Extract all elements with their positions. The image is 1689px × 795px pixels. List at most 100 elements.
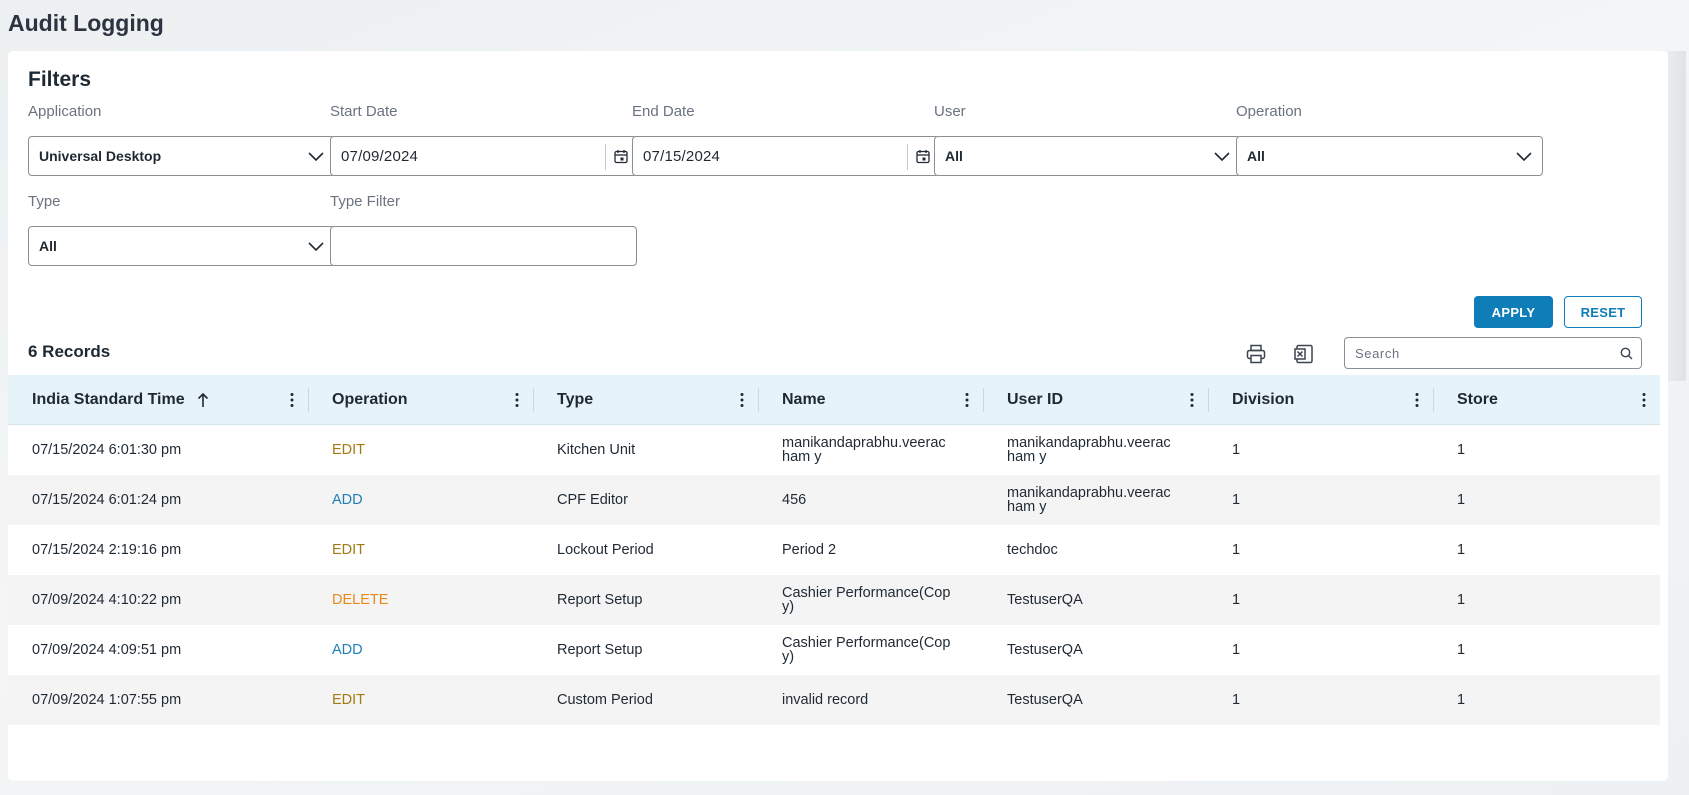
column-header-name[interactable]: Name: [758, 375, 983, 425]
cell-operation: EDIT: [332, 442, 366, 458]
cell-time: 07/09/2024 4:10:22 pm: [32, 592, 182, 608]
column-menu-icon[interactable]: [740, 392, 744, 408]
type-select[interactable]: All: [28, 226, 335, 266]
cell-division: 1: [1232, 542, 1241, 558]
table-row[interactable]: 07/09/2024 4:10:22 pm DELETE Report Setu…: [8, 575, 1660, 625]
user-label: User: [934, 103, 966, 120]
column-header-label: Type: [557, 391, 594, 408]
cell-division: 1: [1232, 692, 1241, 708]
column-header-label: India Standard Time: [32, 391, 185, 408]
cell-store: 1: [1457, 692, 1466, 708]
user-value: All: [945, 148, 963, 164]
cell-name: Period 2: [782, 542, 837, 558]
end-date-input[interactable]: 07/15/2024: [632, 136, 939, 176]
column-menu-icon[interactable]: [1415, 392, 1419, 408]
type-filter-field: Type Filter: [330, 192, 637, 266]
cell-type: CPF Editor: [557, 492, 628, 508]
cell-type: Custom Period: [557, 692, 653, 708]
divider: [605, 144, 606, 170]
records-count: 6 Records: [28, 342, 111, 361]
column-header-operation[interactable]: Operation: [308, 375, 533, 425]
cell-time: 07/09/2024 1:07:55 pm: [32, 692, 182, 708]
cell-division: 1: [1232, 592, 1241, 608]
search-icon[interactable]: [1620, 347, 1633, 360]
cell-store: 1: [1457, 592, 1466, 608]
column-header-label: User ID: [1007, 391, 1064, 408]
printer-icon[interactable]: [1245, 343, 1267, 365]
column-header-type[interactable]: Type: [533, 375, 758, 425]
search-box: [1344, 337, 1642, 369]
cell-division: 1: [1232, 642, 1241, 658]
user-select[interactable]: All: [934, 136, 1241, 176]
cell-operation: ADD: [332, 642, 363, 658]
cell-operation: ADD: [332, 492, 363, 508]
chevron-down-icon: [308, 242, 324, 252]
column-menu-icon[interactable]: [1190, 392, 1194, 408]
cell-user-id: TestuserQA: [1007, 592, 1083, 608]
user-field: User All: [934, 102, 1241, 176]
audit-grid: India Standard Time Operation Type Name …: [8, 375, 1660, 725]
apply-button[interactable]: APPLY: [1474, 296, 1553, 328]
application-field: Application Universal Desktop: [28, 102, 335, 176]
column-header-store[interactable]: Store: [1433, 375, 1660, 425]
excel-export-icon[interactable]: [1293, 343, 1315, 365]
cell-store: 1: [1457, 442, 1466, 458]
column-menu-icon[interactable]: [965, 392, 969, 408]
cell-operation: EDIT: [332, 542, 366, 558]
column-header-user-id[interactable]: User ID: [983, 375, 1208, 425]
cell-user-id: manikandaprabhu.veeracham y: [1007, 435, 1171, 465]
type-value: All: [39, 238, 57, 254]
cell-type: Lockout Period: [557, 542, 654, 558]
chevron-down-icon: [308, 152, 324, 162]
start-date-input[interactable]: 07/09/2024: [330, 136, 637, 176]
cell-user-id: techdoc: [1007, 542, 1058, 558]
column-menu-icon[interactable]: [515, 392, 519, 408]
grid-header: India Standard Time Operation Type Name …: [8, 375, 1660, 425]
type-label: Type: [28, 193, 61, 210]
cell-division: 1: [1232, 442, 1241, 458]
column-menu-icon[interactable]: [1642, 392, 1646, 408]
cell-operation: EDIT: [332, 692, 366, 708]
cell-type: Report Setup: [557, 642, 643, 658]
end-date-value: 07/15/2024: [643, 147, 721, 165]
cell-division: 1: [1232, 492, 1241, 508]
page-title: Audit Logging: [8, 10, 164, 36]
cell-operation: DELETE: [332, 592, 389, 608]
table-row[interactable]: 07/15/2024 6:01:24 pm ADD CPF Editor 456…: [8, 475, 1660, 525]
divider: [907, 144, 908, 170]
cell-name: Cashier Performance(Copy): [782, 635, 951, 665]
calendar-icon[interactable]: [916, 149, 930, 164]
application-value: Universal Desktop: [39, 148, 162, 164]
type-filter-wrapper: [330, 226, 637, 266]
column-header-time[interactable]: India Standard Time: [8, 375, 308, 425]
operation-value: All: [1247, 148, 1265, 164]
start-date-label: Start Date: [330, 103, 398, 120]
column-header-label: Name: [782, 391, 826, 408]
operation-field: Operation All: [1236, 102, 1543, 176]
search-input[interactable]: [1345, 345, 1605, 361]
table-row[interactable]: 07/09/2024 4:09:51 pm ADD Report Setup C…: [8, 625, 1660, 675]
chevron-down-icon: [1516, 152, 1532, 162]
application-select[interactable]: Universal Desktop: [28, 136, 335, 176]
cell-store: 1: [1457, 492, 1466, 508]
table-row[interactable]: 07/15/2024 6:01:30 pm EDIT Kitchen Unit …: [8, 425, 1660, 475]
cell-store: 1: [1457, 642, 1466, 658]
calendar-icon[interactable]: [614, 149, 628, 164]
table-row[interactable]: 07/09/2024 1:07:55 pm EDIT Custom Period…: [8, 675, 1660, 725]
column-menu-icon[interactable]: [290, 392, 294, 408]
page-scrollbar[interactable]: [1668, 51, 1686, 381]
cell-name: invalid record: [782, 692, 869, 708]
operation-select[interactable]: All: [1236, 136, 1543, 176]
cell-store: 1: [1457, 542, 1466, 558]
type-filter-input[interactable]: [331, 227, 636, 265]
application-label: Application: [28, 103, 102, 120]
cell-time: 07/15/2024 6:01:30 pm: [32, 442, 182, 458]
column-header-label: Division: [1232, 391, 1295, 408]
column-header-division[interactable]: Division: [1208, 375, 1433, 425]
table-row[interactable]: 07/15/2024 2:19:16 pm EDIT Lockout Perio…: [8, 525, 1660, 575]
sort-ascending-icon[interactable]: [197, 392, 209, 408]
start-date-value: 07/09/2024: [341, 147, 419, 165]
cell-type: Kitchen Unit: [557, 442, 636, 458]
reset-button[interactable]: RESET: [1564, 296, 1642, 328]
cell-user-id: TestuserQA: [1007, 642, 1083, 658]
